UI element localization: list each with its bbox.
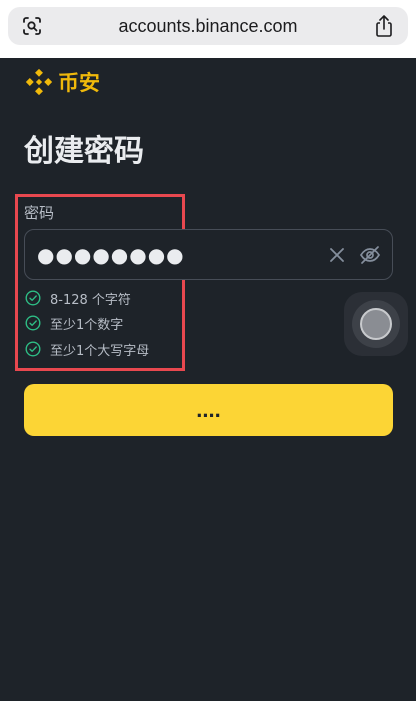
assistive-touch-dot <box>360 308 392 340</box>
password-masked-value: ●●●●●●●● <box>37 243 185 267</box>
share-icon[interactable] <box>374 14 394 38</box>
check-circle-icon <box>25 290 41 306</box>
assistive-touch-button[interactable] <box>344 292 408 356</box>
logo-text: 币安 <box>58 71 100 95</box>
submit-button[interactable]: .... <box>24 384 393 436</box>
url-field[interactable]: accounts.binance.com <box>8 7 408 45</box>
binance-logo[interactable]: 币安 <box>24 66 100 98</box>
binance-logo-icon <box>25 68 53 96</box>
eye-slash-icon[interactable] <box>359 244 381 266</box>
browser-address-bar: accounts.binance.com <box>0 0 416 58</box>
password-label: 密码 <box>24 204 55 222</box>
rule-number: 至少1个数字 <box>25 314 124 333</box>
rule-uppercase: 至少1个大写字母 <box>25 340 150 359</box>
clear-icon[interactable] <box>328 246 346 264</box>
check-circle-icon <box>25 315 41 331</box>
rule-number-text: 至少1个数字 <box>50 317 124 333</box>
url-text: accounts.binance.com <box>118 16 298 36</box>
rule-length: 8-128 个字符 <box>25 289 131 308</box>
check-circle-icon <box>25 341 41 357</box>
rule-uppercase-text: 至少1个大写字母 <box>50 343 150 359</box>
password-input[interactable]: ●●●●●●●● <box>24 229 393 280</box>
page-title: 创建密码 <box>24 134 144 169</box>
rule-length-text: 8-128 个字符 <box>50 292 131 308</box>
